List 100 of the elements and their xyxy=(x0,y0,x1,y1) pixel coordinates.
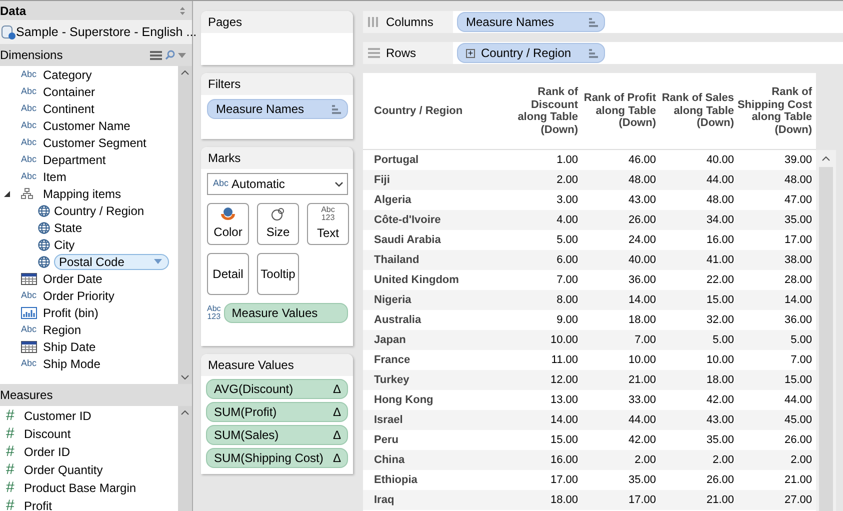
table-cell-text: 43.00 xyxy=(705,412,735,428)
table-cell-text: 10.00 xyxy=(549,332,579,348)
table-cell-text: 14.00 xyxy=(549,412,579,428)
plain-button[interactable]: Tooltip xyxy=(257,253,299,295)
measure-pill[interactable]: SUM(Sales) Δ xyxy=(206,425,348,445)
table-cell-text: 17.00 xyxy=(783,232,813,248)
scrollbar[interactable] xyxy=(178,66,192,384)
table-cell-text: 5.00 xyxy=(790,332,813,348)
field-item[interactable]: Customer Name xyxy=(43,116,130,134)
color-button[interactable]: Color xyxy=(207,203,249,245)
field-item[interactable]: Profit xyxy=(24,497,52,511)
table-cell-text: 44.00 xyxy=(627,412,657,428)
text-type-icon: Abc xyxy=(21,356,43,370)
sort-icon xyxy=(589,48,598,58)
table-cell-text: 3.00 xyxy=(556,192,579,208)
table-cell-text: 48.00 xyxy=(783,172,813,188)
field-item[interactable]: Mapping items xyxy=(43,184,122,202)
table-cell-text: 42.00 xyxy=(627,432,657,448)
globe-icon xyxy=(38,222,50,234)
field-item[interactable]: Region xyxy=(43,320,82,338)
field-item[interactable]: Category xyxy=(43,66,92,84)
scrollbar[interactable] xyxy=(816,150,836,511)
scroll-up-icon xyxy=(181,410,189,415)
filter-pill[interactable]: Measure Names xyxy=(207,99,348,119)
text-button[interactable]: Abc 123 Text xyxy=(307,203,349,245)
table-cell-text: 10.00 xyxy=(627,352,657,368)
table-cell-text: 35.00 xyxy=(705,432,735,448)
measure-pill[interactable]: Measure Values xyxy=(224,303,348,323)
column-header: Rank of Shipping Cost along Table (Down) xyxy=(737,86,813,136)
table-cell-text: 41.00 xyxy=(705,252,735,268)
field-item[interactable]: Discount xyxy=(24,425,71,443)
table-cell-text: 14.00 xyxy=(783,292,813,308)
scrollbar[interactable] xyxy=(178,406,192,511)
table-cell-text: 21.00 xyxy=(705,492,735,508)
field-item[interactable]: Order Date xyxy=(43,270,102,288)
table-cell-text: Australia xyxy=(373,312,422,328)
table-cell-text: 5.00 xyxy=(556,232,579,248)
text-type-icon: Abc xyxy=(21,84,43,98)
field-item[interactable]: State xyxy=(54,218,82,236)
text-type-icon: Abc xyxy=(21,322,43,336)
field-item[interactable]: Ship Date xyxy=(43,338,96,356)
dropdown-icon xyxy=(178,52,186,58)
shelf-label: Columns xyxy=(363,11,453,33)
table-cell-text: 2.00 xyxy=(556,172,579,188)
sort-icon xyxy=(332,104,341,114)
table-cell-text: 40.00 xyxy=(705,152,735,168)
text-type-icon: Abc xyxy=(21,68,43,82)
section-title: Measures xyxy=(0,387,53,404)
field-item[interactable]: Order Quantity xyxy=(24,461,103,479)
table-cell-text: 34.00 xyxy=(705,212,735,228)
field-item[interactable]: Ship Mode xyxy=(43,354,100,372)
measure-pill[interactable]: SUM(Profit) Δ xyxy=(206,402,348,422)
table-cell-text: 26.00 xyxy=(783,432,813,448)
field-pill[interactable]: Postal Code xyxy=(54,254,170,270)
globe-icon xyxy=(38,256,50,268)
table-cell-text: 26.00 xyxy=(627,212,657,228)
field-item[interactable]: Continent xyxy=(43,100,94,118)
column-header: Country / Region xyxy=(373,104,464,118)
hierarchy-icon xyxy=(21,188,33,199)
plain-button[interactable]: Detail xyxy=(207,253,249,295)
chevron-down-icon xyxy=(335,182,343,186)
field-item[interactable]: Country / Region xyxy=(54,202,144,220)
calendar-icon xyxy=(21,340,37,352)
field-item[interactable]: City xyxy=(54,236,75,254)
field-item[interactable]: Customer Segment xyxy=(43,134,146,152)
field-item[interactable]: Container xyxy=(43,82,96,100)
color-icon xyxy=(220,207,236,221)
field-item[interactable]: Order Priority xyxy=(43,286,114,304)
text-type-icon: Abc xyxy=(21,102,43,116)
table-cell-text: 15.00 xyxy=(705,292,735,308)
column-header: Rank of Discount along Table (Down) xyxy=(516,86,579,136)
rows-icon xyxy=(368,48,380,58)
scroll-up-icon xyxy=(181,70,189,75)
field-item[interactable]: Product Base Margin xyxy=(24,479,136,497)
column-pill[interactable]: Measure Names xyxy=(457,12,605,32)
sort-icon xyxy=(179,6,186,16)
table-cell-text: 40.00 xyxy=(627,252,657,268)
measure-pill[interactable]: AVG(Discount) Δ xyxy=(206,379,348,399)
field-item[interactable]: Profit (bin) xyxy=(43,304,98,322)
table-cell-text: 32.00 xyxy=(705,312,735,328)
table-cell-text: 14.00 xyxy=(627,292,657,308)
field-item[interactable]: Order ID xyxy=(24,443,70,461)
table-cell-text: 18.00 xyxy=(549,492,579,508)
table-cell-text: 42.00 xyxy=(705,392,735,408)
histogram-icon xyxy=(21,306,37,318)
size-button[interactable]: Size xyxy=(257,203,299,245)
text-number-icon: Abc 123 xyxy=(207,305,221,321)
table-cell-text: 22.00 xyxy=(705,272,735,288)
table-cell-text: 13.00 xyxy=(549,392,579,408)
table-cell-text: Hong Kong xyxy=(373,392,434,408)
row-pill[interactable]: + Country / Region xyxy=(457,43,605,63)
table-cell-text: 12.00 xyxy=(549,372,579,388)
table-cell-text: 38.00 xyxy=(783,252,813,268)
table-cell-text: 11.00 xyxy=(550,352,579,368)
measure-pill[interactable]: SUM(Shipping Cost) Δ xyxy=(206,448,348,468)
calendar-icon xyxy=(21,272,37,284)
mark-type-dropdown[interactable]: Abc Automatic xyxy=(207,173,348,195)
field-item[interactable]: Department xyxy=(43,150,106,168)
field-item[interactable]: Customer ID xyxy=(24,407,92,425)
field-item[interactable]: Item xyxy=(43,168,66,186)
